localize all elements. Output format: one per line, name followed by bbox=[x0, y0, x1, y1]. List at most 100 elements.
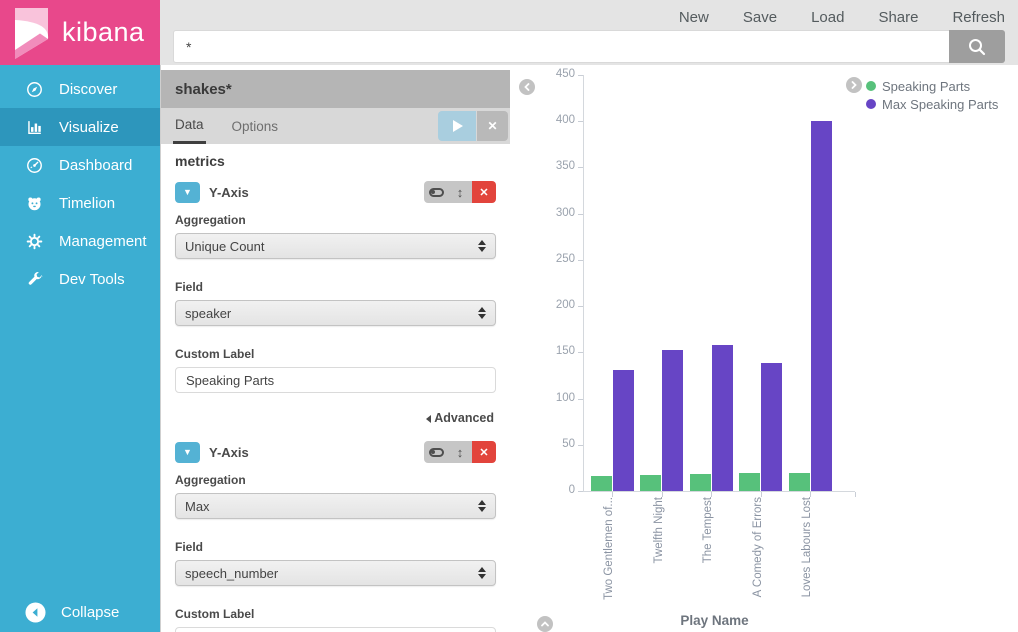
sidebar-item-management[interactable]: Management bbox=[0, 222, 160, 260]
y-axis-tick-label: 450 bbox=[513, 68, 575, 80]
sidebar-item-label: Discover bbox=[59, 81, 117, 98]
y-axis-tick bbox=[578, 121, 583, 122]
bar-speaking-parts[interactable] bbox=[789, 473, 810, 491]
bar-max-speaking-parts[interactable] bbox=[613, 370, 634, 491]
editor-actions: ✕ bbox=[438, 108, 510, 144]
legend-label: Speaking Parts bbox=[882, 79, 970, 94]
x-axis-end-tick bbox=[855, 492, 856, 497]
panel-expand-button[interactable] bbox=[537, 616, 553, 632]
collapse-agg-button[interactable]: ▼ bbox=[175, 442, 200, 463]
select-arrows-icon bbox=[478, 500, 486, 512]
advanced-row: Advanced bbox=[175, 409, 494, 427]
x-axis-label: Twelfth Night bbox=[653, 497, 665, 563]
x-axis-label: Loves Labours Lost bbox=[801, 497, 813, 597]
remove-agg-button[interactable]: ✕ bbox=[472, 181, 496, 203]
bar-max-speaking-parts[interactable] bbox=[712, 345, 733, 491]
custom-label-input[interactable] bbox=[175, 627, 496, 632]
field-value: speech_number bbox=[185, 566, 278, 581]
y-axis-tick bbox=[578, 491, 583, 492]
bar-speaking-parts[interactable] bbox=[739, 473, 760, 491]
agg-title: Y-Axis bbox=[209, 445, 249, 460]
tab-data[interactable]: Data bbox=[173, 108, 206, 144]
bar-max-speaking-parts[interactable] bbox=[662, 350, 683, 491]
wrench-icon bbox=[25, 270, 44, 289]
sidebar-item-visualize[interactable]: Visualize bbox=[0, 108, 160, 146]
search-button[interactable] bbox=[949, 30, 1005, 63]
collapse-agg-button[interactable]: ▼ bbox=[175, 182, 200, 203]
sidebar-item-label: Dashboard bbox=[59, 157, 132, 174]
custom-label-label: Custom Label bbox=[175, 347, 496, 361]
nav-save[interactable]: Save bbox=[743, 9, 777, 26]
field-label: Field bbox=[175, 540, 496, 554]
sidebar-collapse-button[interactable]: Collapse bbox=[0, 592, 160, 632]
bar-max-speaking-parts[interactable] bbox=[761, 363, 782, 491]
aggregation-select[interactable]: Max bbox=[175, 493, 496, 519]
tab-options[interactable]: Options bbox=[230, 108, 281, 144]
y-axis-tick bbox=[578, 306, 583, 307]
logo-text: kibana bbox=[62, 17, 145, 48]
apply-changes-button[interactable] bbox=[438, 111, 476, 141]
y-axis-tick bbox=[578, 399, 583, 400]
legend-label: Max Speaking Parts bbox=[882, 97, 998, 112]
collapse-left-icon bbox=[25, 602, 46, 623]
search-input[interactable] bbox=[173, 30, 949, 63]
editor-content: metrics ▼ Y-Axis ↕ ✕ Aggregation Unique … bbox=[161, 144, 510, 632]
legend-item-speaking-parts[interactable]: Speaking Parts bbox=[866, 77, 998, 95]
compass-icon bbox=[25, 80, 44, 99]
y-axis-tick-label: 100 bbox=[513, 392, 575, 404]
nav-load[interactable]: Load bbox=[811, 9, 844, 26]
aggregation-select[interactable]: Unique Count bbox=[175, 233, 496, 259]
select-arrows-icon bbox=[478, 307, 486, 319]
x-axis-label: The Tempest bbox=[702, 497, 714, 563]
reorder-agg-handle[interactable]: ↕ bbox=[448, 181, 472, 203]
metric-section-2: ▼ Y-Axis ↕ ✕ Aggregation Max Field speec… bbox=[175, 440, 496, 632]
sidebar-item-label: Dev Tools bbox=[59, 271, 125, 288]
agg-controls: ↕ ✕ bbox=[424, 181, 496, 203]
play-icon bbox=[453, 120, 463, 132]
bar-speaking-parts[interactable] bbox=[591, 476, 612, 491]
disable-agg-toggle[interactable] bbox=[424, 181, 448, 203]
remove-agg-button[interactable]: ✕ bbox=[472, 441, 496, 463]
y-axis-tick-label: 200 bbox=[513, 299, 575, 311]
index-pattern-header: shakes* bbox=[161, 70, 510, 108]
advanced-link[interactable]: Advanced bbox=[426, 411, 494, 425]
kibana-logo[interactable]: kibana bbox=[0, 0, 160, 65]
nav-new[interactable]: New bbox=[679, 9, 709, 26]
sidebar-item-dashboard[interactable]: Dashboard bbox=[0, 146, 160, 184]
discard-changes-button[interactable]: ✕ bbox=[477, 111, 508, 141]
reorder-agg-handle[interactable]: ↕ bbox=[448, 441, 472, 463]
bar-speaking-parts[interactable] bbox=[640, 475, 661, 491]
nav-share[interactable]: Share bbox=[878, 9, 918, 26]
collapse-editor-button[interactable] bbox=[519, 79, 535, 95]
aggregation-label: Aggregation bbox=[175, 473, 496, 487]
visualization-editor: shakes* Data Options ✕ metrics ▼ Y-Axis … bbox=[160, 65, 510, 632]
sidebar-item-timelion[interactable]: Timelion bbox=[0, 184, 160, 222]
metric-section-1: ▼ Y-Axis ↕ ✕ Aggregation Unique Count Fi… bbox=[175, 180, 496, 427]
gauge-icon bbox=[25, 156, 44, 175]
header-right: New Save Load Share Refresh bbox=[160, 0, 1018, 65]
field-value: speaker bbox=[185, 306, 231, 321]
bar-max-speaking-parts[interactable] bbox=[811, 121, 832, 491]
legend-toggle-button[interactable] bbox=[846, 77, 862, 93]
sidebar-item-discover[interactable]: Discover bbox=[0, 70, 160, 108]
triangle-left-icon bbox=[426, 415, 431, 423]
custom-label-input[interactable] bbox=[175, 367, 496, 393]
timelion-icon bbox=[25, 194, 44, 213]
legend-item-max-speaking-parts[interactable]: Max Speaking Parts bbox=[866, 95, 998, 113]
sidebar-item-dev-tools[interactable]: Dev Tools bbox=[0, 260, 160, 298]
kibana-app: kibana New Save Load Share Refresh bbox=[0, 0, 1018, 632]
y-axis-tick bbox=[578, 260, 583, 261]
y-axis-tick-label: 300 bbox=[513, 207, 575, 219]
x-axis-label: Two Gentlemen of... bbox=[603, 497, 615, 600]
agg-header: ▼ Y-Axis ↕ ✕ bbox=[175, 180, 496, 204]
up-down-arrow-icon: ↕ bbox=[457, 186, 464, 199]
nav-refresh[interactable]: Refresh bbox=[952, 9, 1005, 26]
field-select[interactable]: speaker bbox=[175, 300, 496, 326]
y-axis-tick bbox=[578, 214, 583, 215]
bar-speaking-parts[interactable] bbox=[690, 474, 711, 491]
select-arrows-icon bbox=[478, 567, 486, 579]
disable-agg-toggle[interactable] bbox=[424, 441, 448, 463]
field-select[interactable]: speech_number bbox=[175, 560, 496, 586]
editor-tabbar: Data Options ✕ bbox=[161, 108, 510, 144]
aggregation-value: Unique Count bbox=[185, 239, 265, 254]
